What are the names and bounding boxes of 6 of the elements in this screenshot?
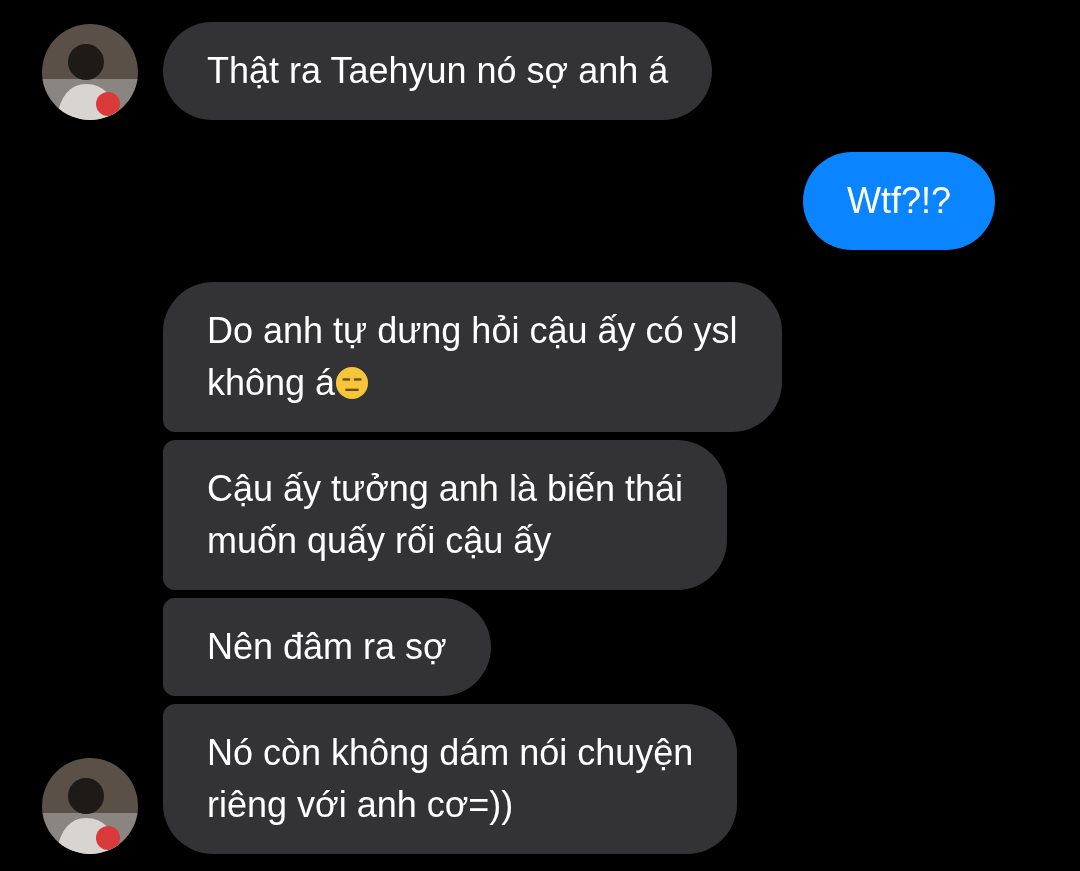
message-text: Thật ra Taehyun nó sợ anh á (207, 50, 669, 91)
message-text: Nó còn không dám nói chuyện riêng với anh cơ=)) (207, 732, 694, 825)
message-text: Cậu ấy tưởng anh là biến thái muốn quấy rối cậu ấy (207, 468, 683, 561)
message-text: Wtf?!? (846, 180, 951, 221)
message-text: Do anh tự dưng hỏi cậu ấy có ysl không á (207, 310, 738, 403)
message-text: Nên đâm ra sợ (207, 626, 447, 667)
